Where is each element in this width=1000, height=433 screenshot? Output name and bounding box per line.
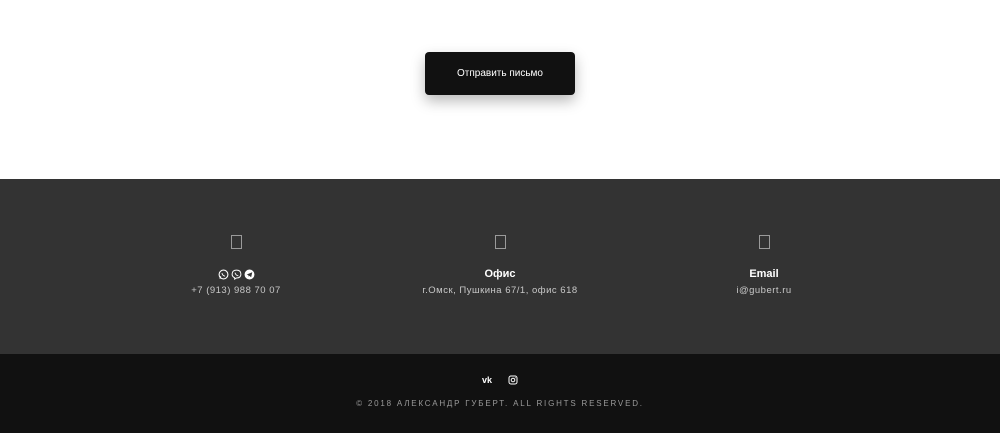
- messenger-icons: [106, 268, 366, 281]
- telegram-icon[interactable]: [244, 269, 255, 280]
- viber-icon[interactable]: [231, 269, 242, 280]
- contact-office: Офис г.Омск, Пушкина 67/1, офис 618: [370, 235, 630, 297]
- social-links: vk: [0, 375, 1000, 385]
- cta-section: Отправить письмо: [0, 0, 1000, 179]
- contacts-section: +7 (913) 988 70 07 Офис г.Омск, Пушкина …: [0, 179, 1000, 354]
- vk-icon[interactable]: vk: [481, 375, 493, 385]
- whatsapp-icon[interactable]: [218, 269, 229, 280]
- office-title: Офис: [484, 268, 516, 280]
- send-letter-button[interactable]: Отправить письмо: [425, 52, 575, 95]
- footer: vk © 2018 АЛЕКСАНДР ГУБЕРТ. ALL RIGHTS R…: [0, 354, 1000, 433]
- email-address[interactable]: i@gubert.ru: [634, 285, 894, 297]
- map-marker-icon: [494, 235, 506, 249]
- phone-icon: [230, 235, 242, 249]
- contact-phone: +7 (913) 988 70 07: [106, 235, 366, 297]
- instagram-icon[interactable]: [507, 375, 519, 385]
- contact-email: Email i@gubert.ru: [634, 235, 894, 297]
- office-address: г.Омск, Пушкина 67/1, офис 618: [422, 285, 578, 296]
- email-title: Email: [749, 268, 779, 280]
- phone-number[interactable]: +7 (913) 988 70 07: [106, 285, 366, 297]
- envelope-icon: [758, 235, 770, 249]
- copyright-text: © 2018 АЛЕКСАНДР ГУБЕРТ. ALL RIGHTS RESE…: [356, 399, 644, 408]
